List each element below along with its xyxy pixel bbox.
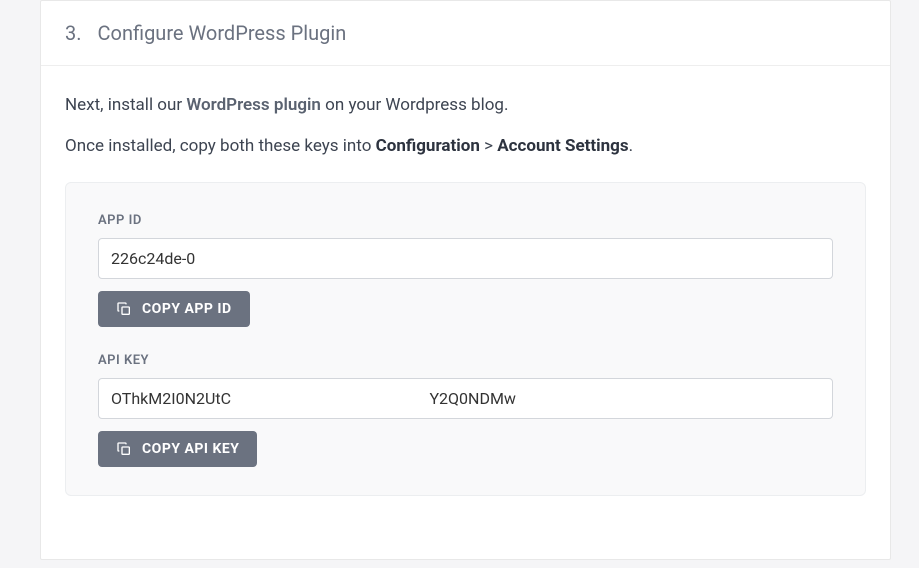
step-content: Next, install our WordPress plugin on yo… [41, 66, 890, 516]
step-number: 3. [65, 21, 82, 45]
copy-app-id-button[interactable]: COPY APP ID [98, 291, 250, 327]
step-card: 3. Configure WordPress Plugin Next, inst… [40, 0, 891, 560]
text: on your Wordpress blog. [321, 95, 509, 115]
app-id-input[interactable] [98, 238, 833, 279]
account-settings-label: Account Settings [497, 136, 628, 156]
copy-icon [116, 441, 132, 457]
separator: > [480, 136, 497, 156]
api-key-input[interactable] [98, 378, 833, 419]
step-title: Configure WordPress Plugin [98, 21, 347, 45]
api-key-label: API KEY [98, 353, 833, 368]
copy-app-id-label: COPY APP ID [142, 301, 232, 317]
install-instruction: Next, install our WordPress plugin on yo… [65, 92, 866, 119]
copy-api-key-button[interactable]: COPY API KEY [98, 431, 257, 467]
text: . [629, 136, 633, 156]
copy-icon [116, 301, 132, 317]
step-header: 3. Configure WordPress Plugin [41, 1, 890, 66]
wordpress-plugin-link[interactable]: WordPress plugin [186, 95, 321, 115]
text: Once installed, copy both these keys int… [65, 136, 376, 156]
copy-keys-instruction: Once installed, copy both these keys int… [65, 133, 866, 160]
api-key-group: API KEY COPY API KEY [98, 353, 833, 467]
copy-api-key-label: COPY API KEY [142, 441, 239, 457]
configuration-label: Configuration [376, 136, 480, 156]
text: Next, install our [65, 95, 186, 115]
app-id-label: APP ID [98, 213, 833, 228]
keys-panel: APP ID COPY APP ID API KEY [65, 182, 866, 496]
app-id-group: APP ID COPY APP ID [98, 213, 833, 327]
